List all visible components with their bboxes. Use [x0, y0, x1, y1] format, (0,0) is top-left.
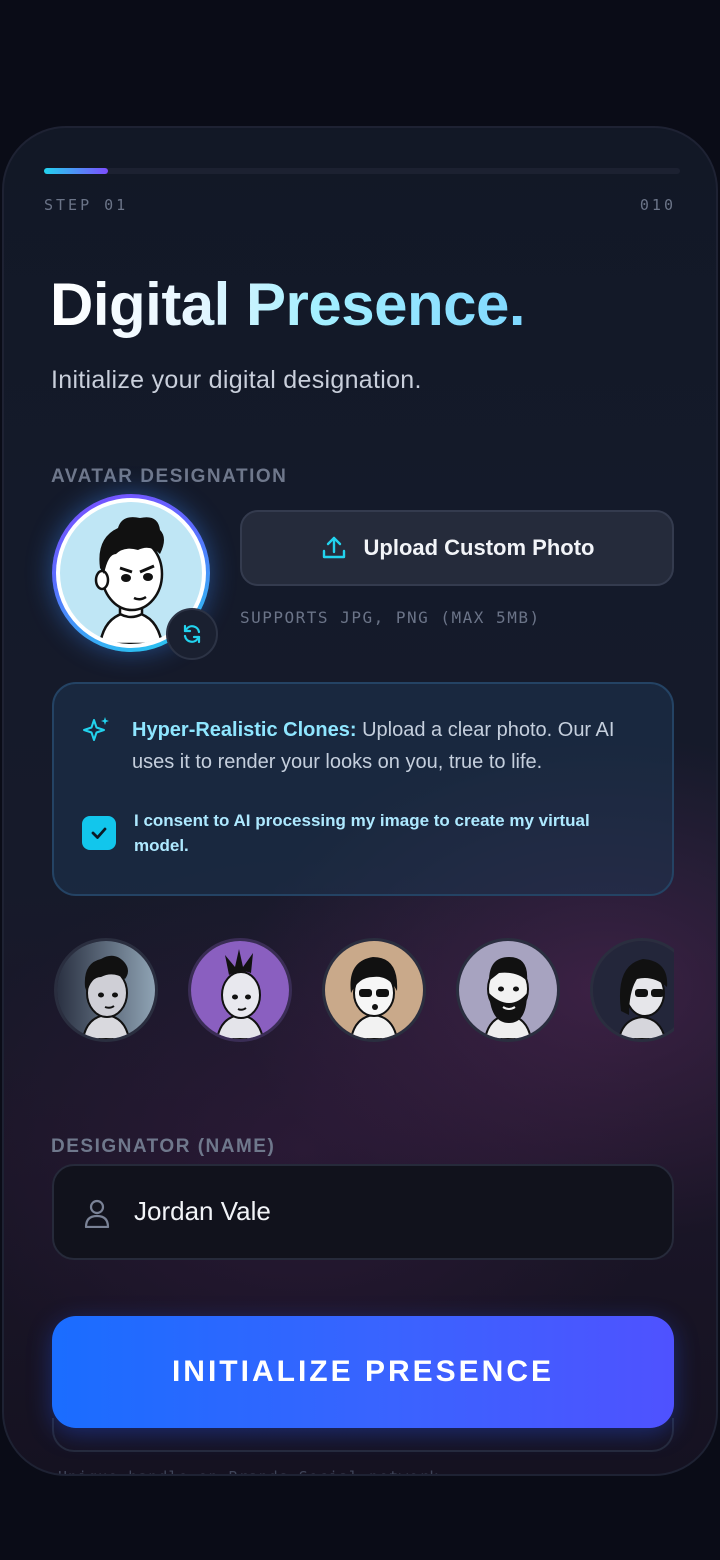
page-subtitle: Initialize your digital designation.: [51, 366, 422, 394]
upload-hint: SUPPORTS JPG, PNG (MAX 5MB): [240, 608, 541, 627]
progress-fill: [44, 168, 108, 174]
check-icon: [91, 827, 107, 839]
preset-avatar-4[interactable]: [456, 938, 560, 1042]
sparkle-icon: [83, 717, 109, 741]
preset-avatar-list: [54, 938, 674, 1048]
upload-icon: [322, 536, 345, 559]
consent-checkbox[interactable]: [82, 816, 116, 850]
preset-avatar-1[interactable]: [54, 938, 158, 1042]
name-value: Jordan Vale: [134, 1196, 271, 1226]
page-title: Digital Presence.: [50, 271, 526, 338]
info-text: Hyper-Realistic Clones: Upload a clear p…: [132, 714, 652, 778]
upload-button-label: Upload Custom Photo: [363, 535, 595, 560]
preset-avatar-2[interactable]: [188, 938, 292, 1042]
name-input[interactable]: Jordan Vale: [52, 1164, 674, 1260]
preset-avatar-5[interactable]: [590, 938, 674, 1042]
name-section-label: DESIGNATOR (NAME): [51, 1136, 276, 1157]
user-icon: [84, 1199, 110, 1228]
ai-clone-info-box: Hyper-Realistic Clones: Upload a clear p…: [52, 682, 674, 896]
avatar-section-label: AVATAR DESIGNATION: [51, 466, 288, 487]
step-total: 010: [639, 196, 676, 214]
step-label: STEP 01: [44, 196, 129, 214]
progress-bar: [44, 168, 680, 174]
preset-avatar-3[interactable]: [322, 938, 426, 1042]
initialize-presence-button[interactable]: INITIALIZE PRESENCE: [52, 1316, 674, 1428]
upload-photo-button[interactable]: Upload Custom Photo: [240, 510, 674, 586]
refresh-icon: [183, 624, 201, 644]
refresh-avatar-button[interactable]: [166, 608, 218, 660]
consent-label[interactable]: I consent to AI processing my image to c…: [134, 808, 644, 858]
handle-hint: Unique handle on Brands Social network: [58, 1468, 439, 1474]
onboarding-card: STEP 01 010 Digital Presence. Initialize…: [2, 126, 718, 1476]
info-headline: Hyper-Realistic Clones:: [132, 719, 357, 741]
cta-label: INITIALIZE PRESENCE: [171, 1355, 555, 1388]
